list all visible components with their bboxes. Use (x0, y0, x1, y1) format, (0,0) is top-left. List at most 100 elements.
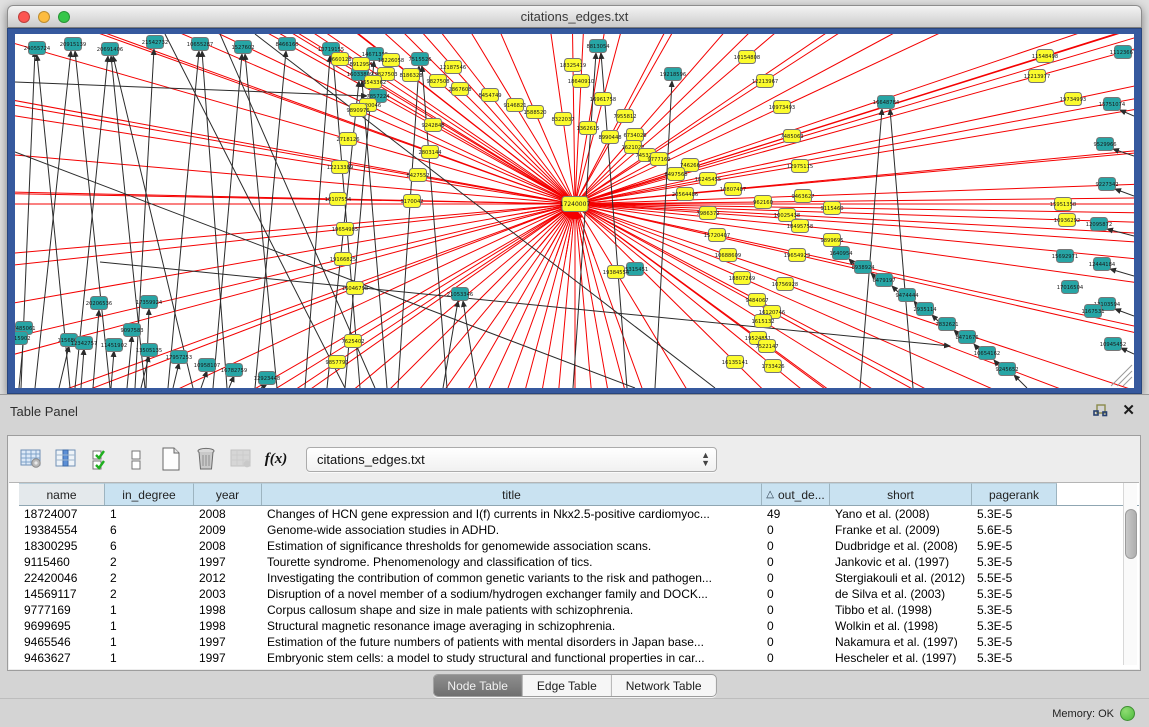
graph-node[interactable]: 9529966 (1093, 138, 1116, 151)
graph-node[interactable]: 10936292 (1054, 214, 1080, 227)
cell-name[interactable]: 22420046 (19, 571, 105, 585)
graph-node[interactable]: 20564486 (672, 188, 698, 201)
graph-node[interactable]: 9777169 (647, 153, 670, 166)
graph-node[interactable]: 19218596 (660, 68, 686, 81)
graph-node[interactable]: 2803144 (418, 146, 442, 159)
graph-node[interactable]: 8427552 (406, 169, 429, 182)
tab-edge-table[interactable]: Edge Table (523, 675, 612, 696)
cell-short[interactable]: Hescheler et al. (1997) (830, 651, 972, 665)
table-row[interactable]: 969969511998Structural magnetic resonanc… (19, 618, 1139, 634)
graph-node[interactable]: 7515526 (408, 53, 431, 66)
graph-node[interactable]: 8938924 (851, 261, 875, 274)
float-panel-icon[interactable] (1093, 403, 1108, 418)
graph-node[interactable]: 12213967 (752, 75, 778, 88)
cell-in-degree[interactable]: 1 (105, 619, 194, 633)
graph-node[interactable]: 9827508 (426, 75, 449, 88)
graph-node[interactable]: 8454749 (478, 89, 501, 102)
cell-title[interactable]: Estimation of significance thresholds fo… (262, 539, 762, 553)
cell-year[interactable]: 2008 (194, 539, 262, 553)
cell-title[interactable]: Investigating the contribution of common… (262, 571, 762, 585)
graph-node[interactable]: 9484067 (745, 294, 768, 307)
graph-node[interactable]: 17957253 (166, 351, 192, 364)
cell-short[interactable]: Franke et al. (2009) (830, 523, 972, 537)
graph-node[interactable]: 8186328 (399, 69, 422, 82)
cell-pagerank[interactable]: 5.3E-5 (972, 587, 1057, 601)
graph-node[interactable]: 2867608 (448, 83, 471, 96)
graph-node[interactable]: 16782759 (221, 364, 247, 377)
graph-node[interactable]: 1733426 (761, 360, 784, 373)
table-mode-button[interactable] (18, 446, 44, 472)
graph-node[interactable]: 1588520 (523, 106, 546, 119)
cell-in-degree[interactable]: 2 (105, 555, 194, 569)
column-header-year[interactable]: year (194, 483, 262, 505)
cell-name[interactable]: 18724007 (19, 507, 105, 521)
graph-node[interactable]: 9463627 (791, 190, 814, 203)
scrollbar-thumb[interactable] (1125, 509, 1137, 559)
graph-node[interactable]: 6497568 (664, 168, 687, 181)
column-header-name[interactable]: name (19, 483, 105, 505)
graph-node[interactable]: 10688609 (715, 249, 741, 262)
cell-out-de-[interactable]: 0 (762, 539, 830, 553)
graph-node[interactable]: 12213977 (1024, 70, 1050, 83)
cell-short[interactable]: Jankovic et al. (1997) (830, 555, 972, 569)
cell-pagerank[interactable]: 5.5E-5 (972, 571, 1057, 585)
citation-graph[interactable]: 2405572420915139206914062154273210655287… (15, 34, 1134, 388)
table-row[interactable]: 1938455462009Genome-wide association stu… (19, 522, 1139, 538)
cell-short[interactable]: Dudbridge et al. (2008) (830, 539, 972, 553)
graph-node[interactable]: 7522147 (755, 340, 778, 353)
graph-node[interactable]: 15951358 (1050, 198, 1076, 211)
cell-short[interactable]: Wolkin et al. (1998) (830, 619, 972, 633)
cell-in-degree[interactable]: 2 (105, 571, 194, 585)
graph-node[interactable]: 9115460 (820, 202, 843, 215)
cell-out-de-[interactable]: 0 (762, 523, 830, 537)
cell-out-de-[interactable]: 0 (762, 555, 830, 569)
cell-name[interactable]: 9115460 (19, 555, 105, 569)
graph-node[interactable]: 1527602 (231, 41, 254, 54)
column-header-pagerank[interactable]: pagerank (972, 483, 1057, 505)
tab-node-table[interactable]: Node Table (433, 675, 523, 696)
graph-node[interactable]: 1362615 (576, 122, 599, 135)
table-row[interactable]: 2242004622012Investigating the contribut… (19, 570, 1139, 586)
table-chooser-select[interactable]: citations_edges.txt ▲▼ (306, 447, 717, 472)
graph-node[interactable]: 7955812 (613, 110, 636, 123)
cell-title[interactable]: Disruption of a novel member of a sodium… (262, 587, 762, 601)
cell-in-degree[interactable]: 2 (105, 587, 194, 601)
graph-node[interactable]: 10807487 (720, 183, 746, 196)
column-header-short[interactable]: short (830, 483, 972, 505)
table-row[interactable]: 1872400712008Changes of HCN gene express… (19, 506, 1139, 522)
cell-title[interactable]: Changes of HCN gene expression and I(f) … (262, 507, 762, 521)
graph-node[interactable]: 8990448 (598, 131, 621, 144)
cell-out-de-[interactable]: 0 (762, 603, 830, 617)
cell-pagerank[interactable]: 5.3E-5 (972, 651, 1057, 665)
graph-node[interactable]: 12187546 (440, 61, 466, 74)
cell-name[interactable]: 19384554 (19, 523, 105, 537)
cell-in-degree[interactable]: 1 (105, 651, 194, 665)
graph-node[interactable]: 9097583 (120, 324, 143, 337)
graph-node[interactable]: 20915139 (60, 38, 86, 51)
graph-node[interactable]: 10655287 (187, 38, 213, 51)
cell-year[interactable]: 2008 (194, 507, 262, 521)
cell-pagerank[interactable]: 5.9E-5 (972, 539, 1057, 553)
graph-node[interactable]: 8813054 (586, 40, 610, 53)
graph-node[interactable]: 20691406 (97, 43, 123, 56)
graph-node[interactable]: 8471676 (955, 331, 978, 344)
cell-out-de-[interactable]: 0 (762, 651, 830, 665)
graph-node[interactable]: 1167531 (1081, 305, 1104, 318)
delete-column-button[interactable] (193, 446, 219, 472)
cell-year[interactable]: 2003 (194, 587, 262, 601)
cell-title[interactable]: Corpus callosum shape and size in male p… (262, 603, 762, 617)
cell-short[interactable]: Nakamura et al. (1997) (830, 635, 972, 649)
select-all-button[interactable] (88, 446, 114, 472)
cell-out-de-[interactable]: 0 (762, 619, 830, 633)
graph-node[interactable]: 7625402 (341, 335, 364, 348)
column-header-in-degree[interactable]: in_degree (105, 483, 194, 505)
graph-node[interactable]: 9660128 (328, 53, 351, 66)
graph-node[interactable]: 16046798 (342, 282, 368, 295)
cell-in-degree[interactable]: 6 (105, 523, 194, 537)
graph-node[interactable]: 11548498 (1032, 50, 1058, 63)
cell-in-degree[interactable]: 6 (105, 539, 194, 553)
graph-node[interactable]: 1640954 (829, 247, 853, 260)
graph-node[interactable]: 1615132 (751, 315, 774, 328)
graph-node[interactable]: 6734028 (623, 129, 646, 142)
table-row[interactable]: 911546021997Tourette syndrome. Phenomeno… (19, 554, 1139, 570)
